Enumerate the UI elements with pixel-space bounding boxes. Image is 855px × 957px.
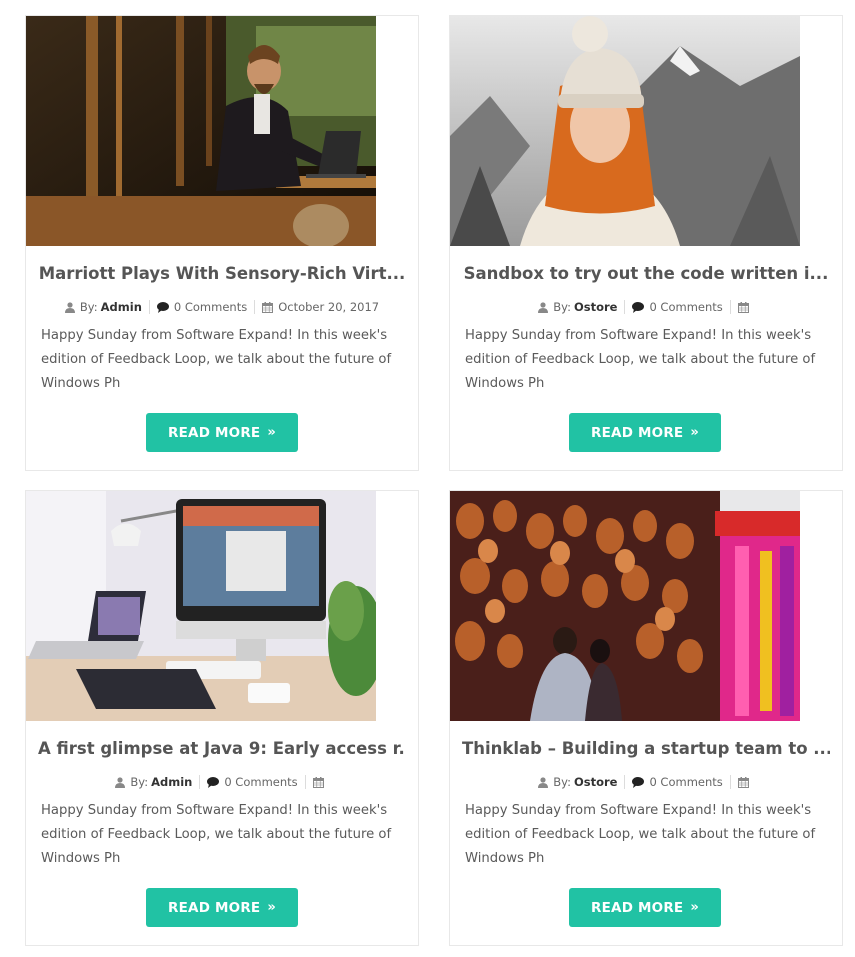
comments-count: 0 Comments bbox=[649, 775, 723, 789]
post-excerpt: Happy Sunday from Software Expand! In th… bbox=[41, 328, 392, 391]
post-comments[interactable]: 0 Comments bbox=[625, 775, 729, 789]
post-thumbnail[interactable] bbox=[450, 491, 800, 721]
chevron-double-right-icon: » bbox=[267, 425, 276, 440]
post-author: By: Admin bbox=[58, 300, 149, 314]
comment-icon bbox=[156, 301, 169, 313]
post-excerpt: Happy Sunday from Software Expand! In th… bbox=[41, 803, 392, 866]
chevron-double-right-icon: » bbox=[690, 425, 699, 440]
post-author: By: Ostore bbox=[531, 300, 624, 314]
comments-count: 0 Comments bbox=[224, 775, 298, 789]
post-meta: By: Admin 0 Comments bbox=[26, 775, 418, 789]
user-icon bbox=[538, 776, 549, 788]
post-date bbox=[731, 776, 761, 788]
button-label: READ MORE bbox=[168, 899, 261, 916]
chevron-double-right-icon: » bbox=[267, 900, 276, 915]
post-meta: By: Admin 0 Comments October 20, 2017 bbox=[26, 300, 418, 314]
comments-count: 0 Comments bbox=[173, 300, 248, 314]
post-date bbox=[731, 301, 761, 313]
post-title[interactable]: Thinklab – Building a startup team to ..… bbox=[462, 739, 830, 758]
post-excerpt: Happy Sunday from Software Expand! In th… bbox=[465, 803, 816, 866]
post-thumbnail[interactable] bbox=[26, 16, 376, 246]
comment-icon bbox=[632, 776, 645, 788]
read-more-button[interactable]: READ MORE » bbox=[569, 413, 721, 452]
post-date: October 20, 2017 bbox=[255, 300, 386, 314]
user-icon bbox=[115, 776, 126, 788]
chevron-double-right-icon: » bbox=[690, 900, 699, 915]
author-name[interactable]: Admin bbox=[151, 775, 192, 789]
button-label: READ MORE bbox=[591, 424, 684, 441]
by-label: By: bbox=[79, 300, 98, 314]
post-title[interactable]: Marriott Plays With Sensory-Rich Virt... bbox=[38, 264, 406, 283]
read-more-button[interactable]: READ MORE » bbox=[146, 888, 298, 927]
post-meta: By: Ostore 0 Comments bbox=[450, 775, 842, 789]
author-name[interactable]: Ostore bbox=[574, 775, 618, 789]
calendar-icon bbox=[737, 301, 749, 313]
comments-count: 0 Comments bbox=[649, 300, 723, 314]
post-meta: By: Ostore 0 Comments bbox=[450, 300, 842, 314]
post-card: A first glimpse at Java 9: Early access … bbox=[25, 490, 419, 946]
author-name[interactable]: Ostore bbox=[574, 300, 618, 314]
user-icon bbox=[538, 301, 549, 313]
post-comments[interactable]: 0 Comments bbox=[625, 300, 729, 314]
by-label: By: bbox=[130, 775, 149, 789]
post-date bbox=[306, 776, 336, 788]
post-title[interactable]: A first glimpse at Java 9: Early access … bbox=[38, 739, 406, 758]
button-label: READ MORE bbox=[591, 899, 684, 916]
post-comments[interactable]: 0 Comments bbox=[150, 300, 254, 314]
read-more-button[interactable]: READ MORE » bbox=[569, 888, 721, 927]
calendar-icon bbox=[262, 301, 274, 313]
user-icon bbox=[64, 301, 75, 313]
comment-icon bbox=[632, 301, 645, 313]
post-excerpt: Happy Sunday from Software Expand! In th… bbox=[465, 328, 816, 391]
post-thumbnail[interactable] bbox=[26, 491, 376, 721]
post-title[interactable]: Sandbox to try out the code written i... bbox=[462, 264, 830, 283]
date-text: October 20, 2017 bbox=[278, 300, 380, 314]
post-author: By: Admin bbox=[108, 775, 199, 789]
post-comments[interactable]: 0 Comments bbox=[200, 775, 304, 789]
read-more-button[interactable]: READ MORE » bbox=[146, 413, 298, 452]
author-name[interactable]: Admin bbox=[101, 300, 142, 314]
by-label: By: bbox=[553, 775, 571, 789]
post-card: Marriott Plays With Sensory-Rich Virt...… bbox=[25, 15, 419, 471]
post-card: Sandbox to try out the code written i...… bbox=[449, 15, 843, 471]
post-thumbnail[interactable] bbox=[450, 16, 800, 246]
button-label: READ MORE bbox=[168, 424, 261, 441]
calendar-icon bbox=[312, 776, 324, 788]
calendar-icon bbox=[737, 776, 749, 788]
post-card: Thinklab – Building a startup team to ..… bbox=[449, 490, 843, 946]
post-author: By: Ostore bbox=[531, 775, 624, 789]
by-label: By: bbox=[553, 300, 571, 314]
comment-icon bbox=[207, 776, 220, 788]
